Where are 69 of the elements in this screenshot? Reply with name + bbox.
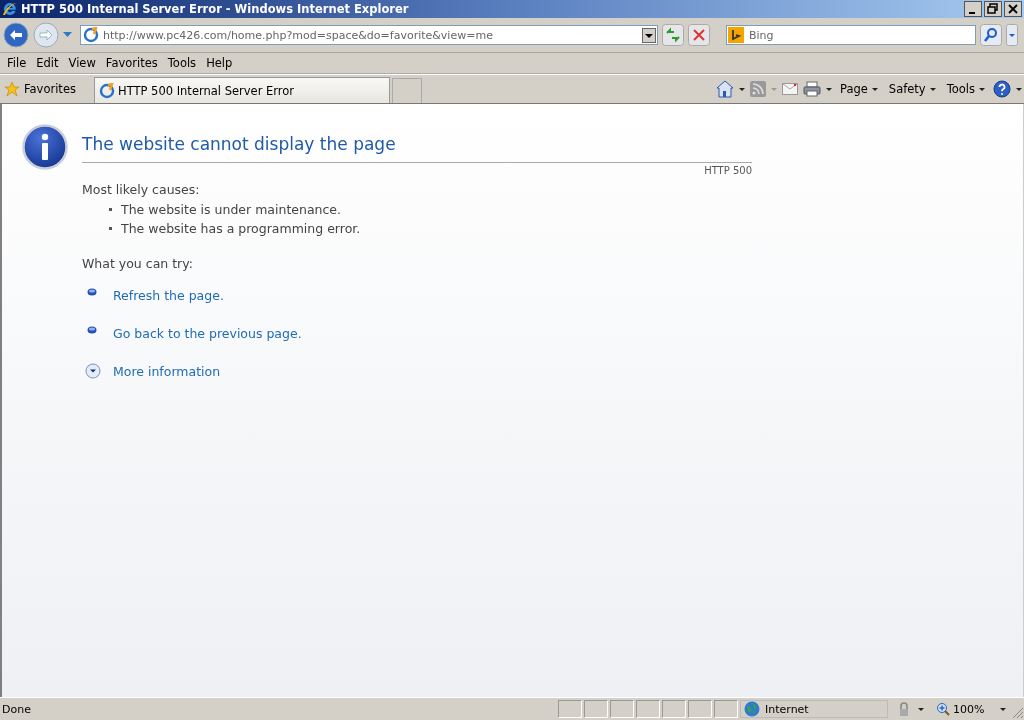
bullet-icon bbox=[109, 227, 112, 230]
expand-icon[interactable] bbox=[85, 363, 101, 379]
address-field[interactable]: http://www.pc426.com/home.php?mod=space&do=favorite&view=me bbox=[80, 25, 658, 45]
zoom-button[interactable]: 100% bbox=[932, 702, 1010, 716]
back-button[interactable] bbox=[3, 22, 29, 48]
stop-button[interactable] bbox=[688, 24, 710, 46]
menu-item[interactable]: File bbox=[2, 54, 32, 72]
site-icon bbox=[83, 27, 99, 43]
menu-item[interactable]: Favorites bbox=[100, 54, 163, 72]
mail-icon[interactable] bbox=[782, 83, 798, 95]
command-menu-button[interactable]: Tools bbox=[943, 82, 988, 96]
status-text: Done bbox=[1, 702, 32, 716]
caret-icon[interactable] bbox=[918, 707, 924, 711]
status-pane bbox=[558, 700, 582, 718]
printer-icon[interactable] bbox=[803, 81, 821, 97]
cause-text: The website has a programming error. bbox=[121, 221, 361, 236]
refresh-button[interactable] bbox=[662, 24, 684, 46]
menu-item[interactable]: Tools bbox=[162, 54, 202, 72]
caret-icon bbox=[871, 87, 878, 91]
recent-pages-caret-icon[interactable] bbox=[63, 32, 72, 38]
cause-text: The website is under maintenance. bbox=[121, 202, 342, 217]
caret-icon[interactable] bbox=[1016, 87, 1022, 91]
window-title: HTTP 500 Internal Server Error - Windows Internet Explorer bbox=[21, 2, 410, 16]
command-menu-button[interactable]: Page bbox=[837, 82, 881, 96]
security-zone: Internet bbox=[740, 700, 888, 718]
browser-tab[interactable]: HTTP 500 Internal Server Error bbox=[94, 77, 390, 103]
section-title: What you can try: bbox=[82, 256, 194, 271]
status-pane bbox=[714, 700, 738, 718]
status-pane bbox=[662, 700, 686, 718]
caret-icon[interactable] bbox=[826, 87, 832, 91]
help-icon[interactable] bbox=[993, 80, 1011, 98]
search-button[interactable] bbox=[980, 24, 1002, 46]
bullet-icon bbox=[87, 326, 97, 334]
page-heading: The website cannot display the page bbox=[82, 124, 752, 163]
menu-item[interactable]: Help bbox=[201, 54, 238, 72]
ie-logo-icon bbox=[2, 1, 18, 17]
menu-item[interactable]: View bbox=[63, 54, 101, 72]
bullet-icon bbox=[109, 208, 112, 211]
caret-icon bbox=[979, 87, 985, 91]
link[interactable]: Refresh the page. bbox=[113, 287, 224, 303]
bing-logo-icon bbox=[728, 27, 744, 43]
section-title: Most likely causes: bbox=[82, 182, 201, 197]
caret-icon bbox=[1000, 707, 1006, 711]
link[interactable]: Go back to the previous page. bbox=[113, 325, 302, 341]
status-pane bbox=[636, 700, 660, 718]
bullet-icon bbox=[87, 288, 97, 296]
menu-item[interactable]: Edit bbox=[31, 54, 64, 72]
search-field[interactable]: Bing bbox=[726, 25, 976, 45]
status-pane bbox=[688, 700, 712, 718]
caret-icon bbox=[929, 87, 936, 91]
address-dropdown-button[interactable] bbox=[642, 27, 656, 43]
resize-grip-icon bbox=[1012, 707, 1024, 719]
site-icon bbox=[99, 82, 115, 99]
info-icon bbox=[22, 124, 68, 170]
search-options-button[interactable] bbox=[1006, 24, 1018, 46]
command-menu-button[interactable]: Safety bbox=[885, 82, 939, 96]
status-pane bbox=[610, 700, 634, 718]
status-pane bbox=[584, 700, 608, 718]
home-icon[interactable] bbox=[716, 80, 734, 98]
error-code: HTTP 500 bbox=[704, 164, 752, 176]
restore-button[interactable] bbox=[984, 1, 1002, 17]
globe-icon bbox=[744, 701, 760, 717]
favorites-button[interactable]: Favorites bbox=[4, 81, 90, 97]
link[interactable]: More information bbox=[113, 363, 221, 379]
close-button[interactable] bbox=[1004, 1, 1022, 17]
minimize-button[interactable] bbox=[964, 1, 982, 17]
zoom-icon bbox=[936, 702, 950, 716]
star-icon bbox=[4, 81, 20, 97]
caret-icon[interactable] bbox=[739, 87, 745, 91]
